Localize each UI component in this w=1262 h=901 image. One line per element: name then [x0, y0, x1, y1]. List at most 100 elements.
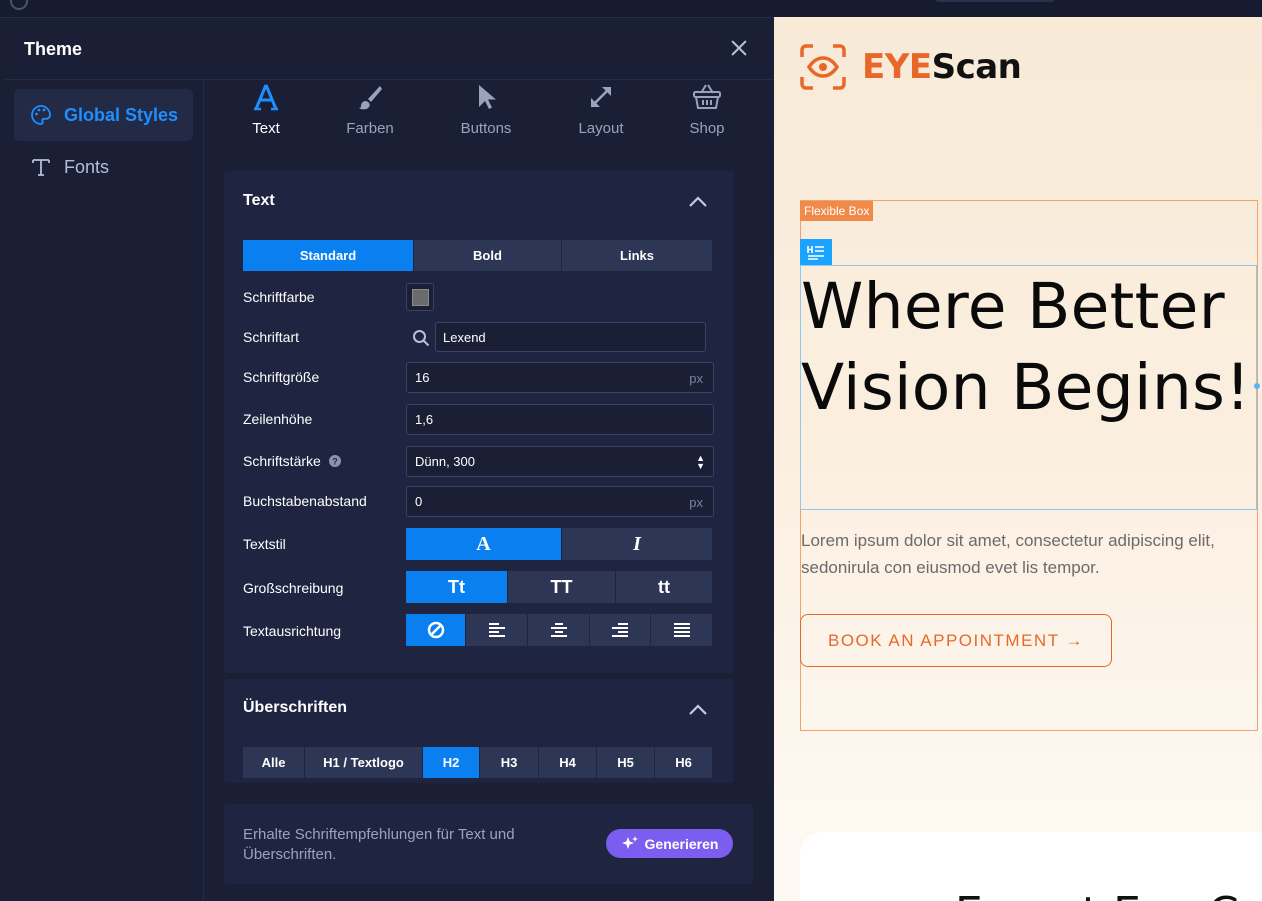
heading-h3[interactable]: H3 [480, 747, 539, 778]
font-weight-label-text: Schriftstärke [243, 453, 321, 469]
line-height-input[interactable]: 1,6 [406, 404, 714, 435]
unit-label: px [689, 495, 703, 510]
case-upper-button[interactable]: TT [508, 571, 616, 603]
close-icon[interactable] [727, 36, 751, 60]
align-center-icon [550, 623, 567, 637]
align-right-button[interactable] [590, 614, 651, 646]
search-icon [413, 330, 430, 347]
chevron-up-icon[interactable] [688, 704, 708, 716]
tab-layout[interactable]: Layout [561, 80, 641, 150]
logo-scan-text: Scan [931, 47, 1022, 87]
resize-arrows-icon [561, 80, 641, 114]
top-pill[interactable] [935, 0, 1055, 2]
font-weight-label: Schriftstärke ? [243, 453, 341, 469]
align-left-button[interactable] [466, 614, 528, 646]
font-weight-value: Dünn, 300 [415, 454, 475, 469]
letter-spacing-input[interactable]: 0 px [406, 486, 714, 517]
heading-h1[interactable]: H1 / Textlogo [305, 747, 423, 778]
book-appointment-button[interactable]: BOOK AN APPOINTMENT → [800, 614, 1112, 667]
font-family-input[interactable]: Lexend [435, 322, 706, 352]
unit-label: px [689, 371, 703, 386]
panel-title: Theme [24, 39, 83, 59]
palette-icon [30, 104, 52, 126]
align-center-button[interactable] [528, 614, 590, 646]
chevron-up-icon[interactable] [688, 196, 708, 208]
eye-scan-icon [800, 44, 846, 90]
sidebar-item-fonts[interactable]: Fonts [14, 141, 193, 193]
next-section-card: Expert Eye C [800, 832, 1262, 901]
tab-label: Shop [689, 120, 725, 137]
generate-button[interactable]: Generieren [606, 829, 733, 858]
sidebar-item-label: Global Styles [64, 104, 179, 125]
tab-shop[interactable]: Shop [667, 80, 747, 150]
theme-tabs: Text Farben Buttons Layout Shop [222, 80, 742, 150]
sidebar-item-label: Fonts [64, 156, 110, 177]
hero-heading[interactable]: Where Better Vision Begins! [801, 266, 1261, 428]
heading-h6[interactable]: H6 [655, 747, 712, 778]
font-t-icon [30, 156, 52, 178]
heading-widget-icon[interactable] [800, 239, 832, 265]
line-height-value: 1,6 [415, 412, 434, 427]
text-state-switch: Standard Bold Links [243, 240, 712, 271]
align-justify-button[interactable] [651, 614, 712, 646]
state-standard[interactable]: Standard [243, 240, 414, 271]
basket-icon [667, 80, 747, 114]
flexible-box-tag[interactable]: Flexible Box [800, 201, 874, 221]
app-menu-icon[interactable] [10, 0, 28, 10]
style-normal-button[interactable]: A [406, 528, 562, 560]
sparkle-icon [621, 835, 638, 849]
top-strip [0, 0, 1262, 17]
tab-farben[interactable]: Farben [330, 80, 410, 150]
align-none-button[interactable] [406, 614, 466, 646]
text-align-label: Textausrichtung [243, 623, 342, 639]
align-justify-icon [673, 623, 690, 637]
logo-eye-text: EYE [862, 47, 932, 87]
text-transform-switch: Tt TT tt [406, 571, 712, 603]
font-size-label: Schriftgröße [243, 369, 320, 385]
line-height-label: Zeilenhöhe [243, 411, 313, 427]
brush-icon [330, 80, 410, 114]
heading-h4[interactable]: H4 [539, 747, 597, 778]
eyescan-logo[interactable]: EYEScan [800, 44, 1022, 90]
cursor-icon [446, 80, 526, 114]
tab-label: Buttons [460, 120, 512, 137]
font-size-input[interactable]: 16 px [406, 362, 714, 393]
font-family-value: Lexend [443, 329, 486, 345]
heading-level-switch: Alle H1 / Textlogo H2 H3 H4 H5 H6 [243, 747, 712, 778]
case-lower-button[interactable]: tt [616, 571, 712, 603]
font-suggestion-card: Erhalte Schriftempfehlungen für Text und… [224, 804, 753, 884]
tab-label: Layout [578, 120, 624, 137]
tab-buttons[interactable]: Buttons [446, 80, 526, 150]
generate-button-label: Generieren [644, 835, 719, 852]
tab-text[interactable]: Text [226, 80, 306, 150]
tab-label: Farben [346, 120, 394, 137]
align-right-icon [612, 623, 628, 637]
font-family-label: Schriftart [243, 329, 300, 345]
font-weight-select[interactable]: Dünn, 300 ▲ ▼ [406, 446, 714, 477]
color-swatch-fill [412, 289, 429, 306]
site-preview: EYEScan Flexible Box Where Better Vision… [774, 17, 1262, 901]
style-italic-button[interactable]: I [562, 528, 712, 560]
state-bold[interactable]: Bold [414, 240, 562, 271]
heading-all[interactable]: Alle [243, 747, 305, 778]
sidebar-item-global-styles[interactable]: Global Styles [14, 89, 193, 141]
heading-h2[interactable]: H2 [423, 747, 480, 778]
no-sign-icon [427, 621, 444, 639]
state-links[interactable]: Links [562, 240, 712, 271]
letter-spacing-value: 0 [415, 494, 423, 509]
card-title: Text [243, 192, 275, 209]
tab-label: Text [252, 120, 280, 137]
help-icon[interactable]: ? [328, 455, 341, 467]
letter-spacing-label: Buchstabenabstand [243, 493, 367, 509]
svg-text:?: ? [332, 457, 338, 467]
text-transform-label: Großschreibung [243, 580, 344, 596]
hero-subtext[interactable]: Lorem ipsum dolor sit amet, consectetur … [801, 527, 1256, 581]
panel-header: Theme [5, 18, 774, 80]
font-color-label: Schriftfarbe [243, 289, 315, 305]
align-left-icon [488, 623, 505, 637]
case-capitalize-button[interactable]: Tt [406, 571, 508, 603]
logo-text: EYEScan [862, 47, 1022, 87]
font-color-picker[interactable] [406, 283, 434, 311]
heading-h5[interactable]: H5 [597, 747, 655, 778]
section-heading-peek: Expert Eye C [955, 888, 1239, 901]
